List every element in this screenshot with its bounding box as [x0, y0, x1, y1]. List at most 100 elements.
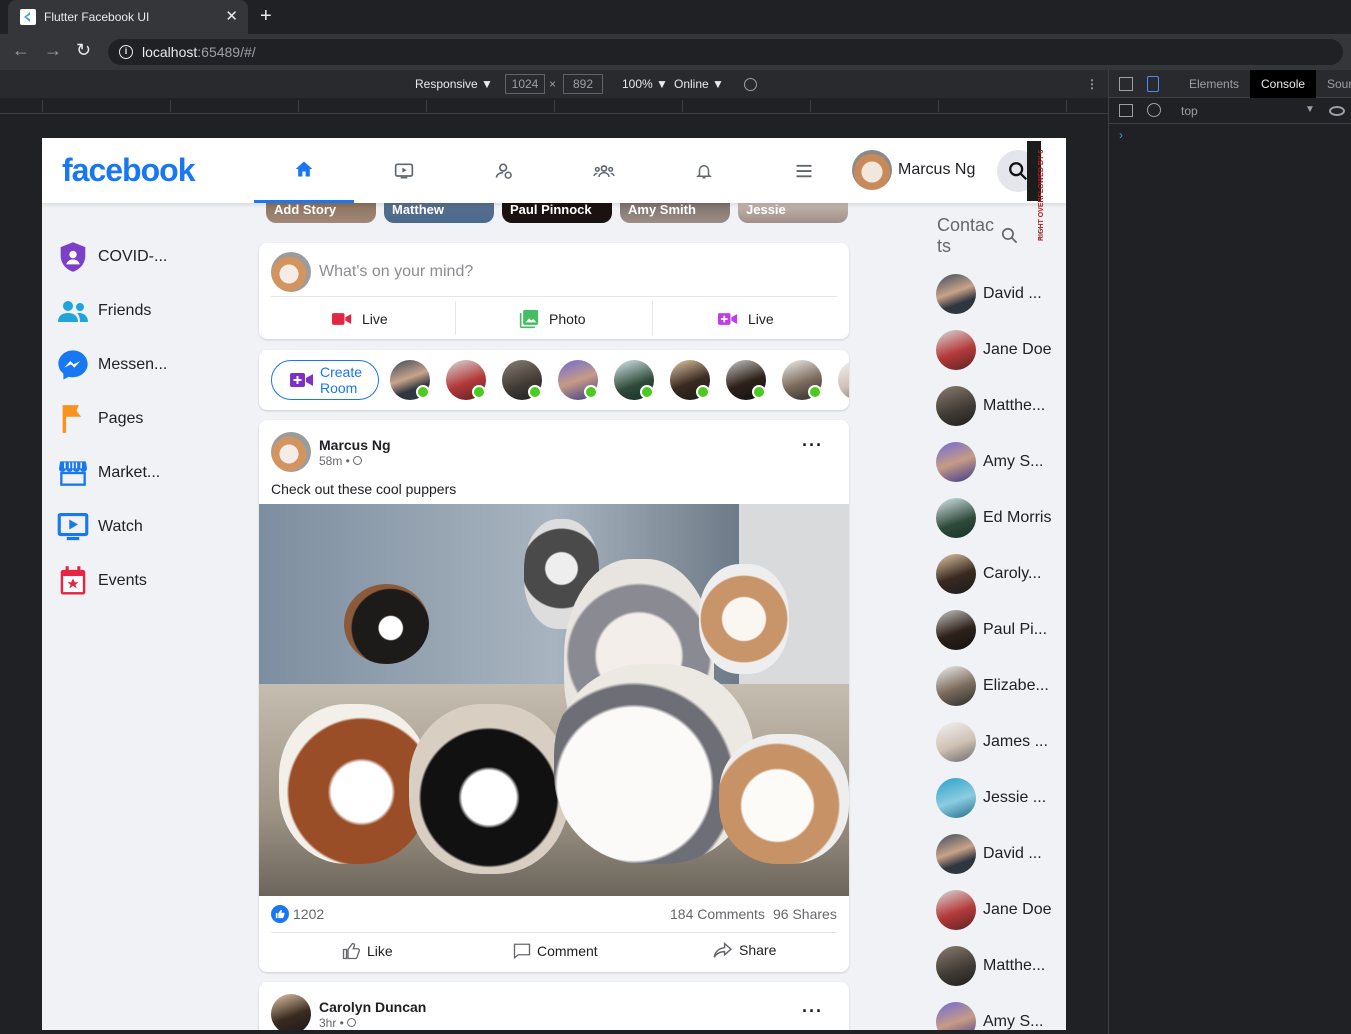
- tab-sources[interactable]: Sour: [1327, 77, 1351, 91]
- tab-console[interactable]: Console: [1250, 70, 1317, 98]
- live-button[interactable]: Live: [332, 311, 388, 327]
- site-info-icon[interactable]: i: [119, 45, 133, 59]
- story-card[interactable]: Add Story: [266, 201, 376, 223]
- like-button[interactable]: Like: [341, 942, 393, 960]
- contact-item[interactable]: David ...: [936, 834, 1053, 874]
- close-tab-icon[interactable]: ✕: [225, 7, 238, 25]
- inspect-icon[interactable]: [1119, 77, 1133, 91]
- tab-elements[interactable]: Elements: [1189, 77, 1239, 91]
- avatar[interactable]: [271, 994, 311, 1030]
- create-room-label: Create: [320, 364, 363, 380]
- new-tab-icon[interactable]: +: [260, 5, 272, 28]
- menu-icon: [796, 164, 812, 177]
- story-card[interactable]: Paul Pinnock: [502, 201, 612, 223]
- contact-item[interactable]: Amy S...: [936, 1002, 1053, 1030]
- sidebar-item-messenger[interactable]: Messen...: [56, 345, 167, 385]
- avatar: [936, 498, 976, 538]
- dimension-separator: ×: [549, 77, 557, 91]
- console-prompt-icon[interactable]: ›: [1119, 128, 1123, 142]
- contact-item[interactable]: Jessie ...: [936, 778, 1053, 818]
- messenger-icon: [58, 350, 88, 380]
- post-author[interactable]: Marcus Ng: [319, 437, 391, 453]
- context-dropdown-icon[interactable]: ▼: [1305, 104, 1315, 115]
- post-image[interactable]: [259, 504, 849, 896]
- contact-item[interactable]: David ...: [936, 274, 1053, 314]
- contact-item[interactable]: Ed Morris: [936, 498, 1053, 538]
- sidebar-item-marketplace[interactable]: Market...: [56, 453, 160, 493]
- contact-item[interactable]: Elizabe...: [936, 666, 1053, 706]
- contact-item[interactable]: Amy S...: [936, 442, 1053, 482]
- sidebar-item-events[interactable]: Events: [56, 561, 147, 601]
- menu-tab[interactable]: [754, 138, 854, 203]
- online-indicator: [640, 385, 654, 399]
- story-card[interactable]: Amy Smith: [620, 201, 730, 223]
- facebook-logo[interactable]: facebook: [62, 152, 195, 189]
- room-button[interactable]: Live: [718, 311, 774, 327]
- contact-item[interactable]: Matthe...: [936, 386, 1053, 426]
- zoom-select[interactable]: 100% ▼: [622, 77, 668, 91]
- contact-item[interactable]: Matthe...: [936, 946, 1053, 986]
- width-input[interactable]: 1024: [505, 74, 545, 94]
- back-icon[interactable]: ←: [12, 40, 30, 61]
- account-circle-icon: [495, 163, 512, 179]
- height-input[interactable]: 892: [563, 74, 603, 94]
- app-bar: facebook Marcus Ng RIGHT OVERFLOWED BY 6: [42, 138, 1066, 241]
- live-expression-eye-icon[interactable]: [1329, 106, 1345, 116]
- comment-count[interactable]: 184 Comments: [670, 906, 765, 922]
- contact-item[interactable]: Paul Pi...: [936, 610, 1053, 650]
- online-indicator: [696, 385, 710, 399]
- photo-button[interactable]: Photo: [519, 309, 586, 329]
- device-toggle-icon[interactable]: [1147, 76, 1159, 92]
- sidebar-toggle-icon[interactable]: [1119, 104, 1133, 117]
- sidebar-item-pages[interactable]: Pages: [56, 399, 143, 439]
- forward-icon[interactable]: →: [44, 40, 62, 61]
- device-mode-select[interactable]: Responsive ▼: [415, 77, 493, 91]
- home-icon: [295, 161, 313, 177]
- online-indicator: [528, 385, 542, 399]
- divider: [652, 301, 653, 335]
- more-horiz-icon[interactable]: ···: [802, 1002, 823, 1020]
- share-count[interactable]: 96 Shares: [773, 906, 837, 922]
- like-count[interactable]: 1202: [293, 906, 324, 922]
- contact-item[interactable]: Caroly...: [936, 554, 1053, 594]
- create-room-button[interactable]: Create Room: [271, 360, 379, 400]
- watch-tab[interactable]: [354, 138, 454, 203]
- group-icon: [593, 164, 615, 177]
- comment-button[interactable]: Comment: [513, 942, 598, 960]
- post-meta: 3hr •: [319, 1016, 357, 1030]
- user-profile-button[interactable]: Marcus Ng: [852, 150, 975, 190]
- avatar[interactable]: [271, 432, 311, 472]
- search-icon[interactable]: [1000, 226, 1019, 245]
- throttle-select[interactable]: Online ▼: [674, 77, 724, 91]
- contact-item[interactable]: Jane Doe: [936, 330, 1053, 370]
- more-options-icon[interactable]: ⋮: [1086, 77, 1098, 91]
- avatar: [936, 610, 976, 650]
- rotate-icon[interactable]: [744, 78, 757, 91]
- post-author[interactable]: Carolyn Duncan: [319, 999, 426, 1015]
- more-vert-icon[interactable]: ⋮: [1033, 224, 1047, 241]
- sidebar-item-covid[interactable]: COVID-...: [56, 237, 167, 277]
- contact-item[interactable]: Jane Doe: [936, 890, 1053, 930]
- sidebar-item-watch[interactable]: Watch: [56, 507, 143, 547]
- address-bar[interactable]: i localhost:65489/#/: [108, 39, 1343, 65]
- contact-name: Caroly...: [983, 565, 1042, 582]
- sidebar-item-friends[interactable]: Friends: [56, 291, 151, 331]
- share-button[interactable]: Share: [713, 942, 776, 958]
- story-card[interactable]: Matthew: [384, 201, 494, 223]
- online-indicator: [472, 385, 486, 399]
- more-horiz-icon[interactable]: ···: [802, 436, 823, 454]
- clear-console-icon[interactable]: [1147, 103, 1161, 117]
- sidebar-item-label: Pages: [98, 410, 144, 427]
- url-text: localhost:65489/#/: [142, 44, 256, 60]
- reload-icon[interactable]: ↻: [76, 40, 91, 61]
- home-tab[interactable]: [254, 138, 354, 203]
- profile-tab[interactable]: [454, 138, 554, 203]
- whats-on-your-mind-input[interactable]: What's on your mind?: [319, 263, 473, 281]
- groups-tab[interactable]: [554, 138, 654, 203]
- browser-tab[interactable]: Flutter Facebook UI ✕: [8, 0, 248, 34]
- context-select[interactable]: top: [1181, 104, 1198, 118]
- contact-item[interactable]: James ...: [936, 722, 1053, 762]
- room-avatar[interactable]: [838, 360, 849, 400]
- story-card[interactable]: Jessie: [738, 201, 848, 223]
- notifications-tab[interactable]: [654, 138, 754, 203]
